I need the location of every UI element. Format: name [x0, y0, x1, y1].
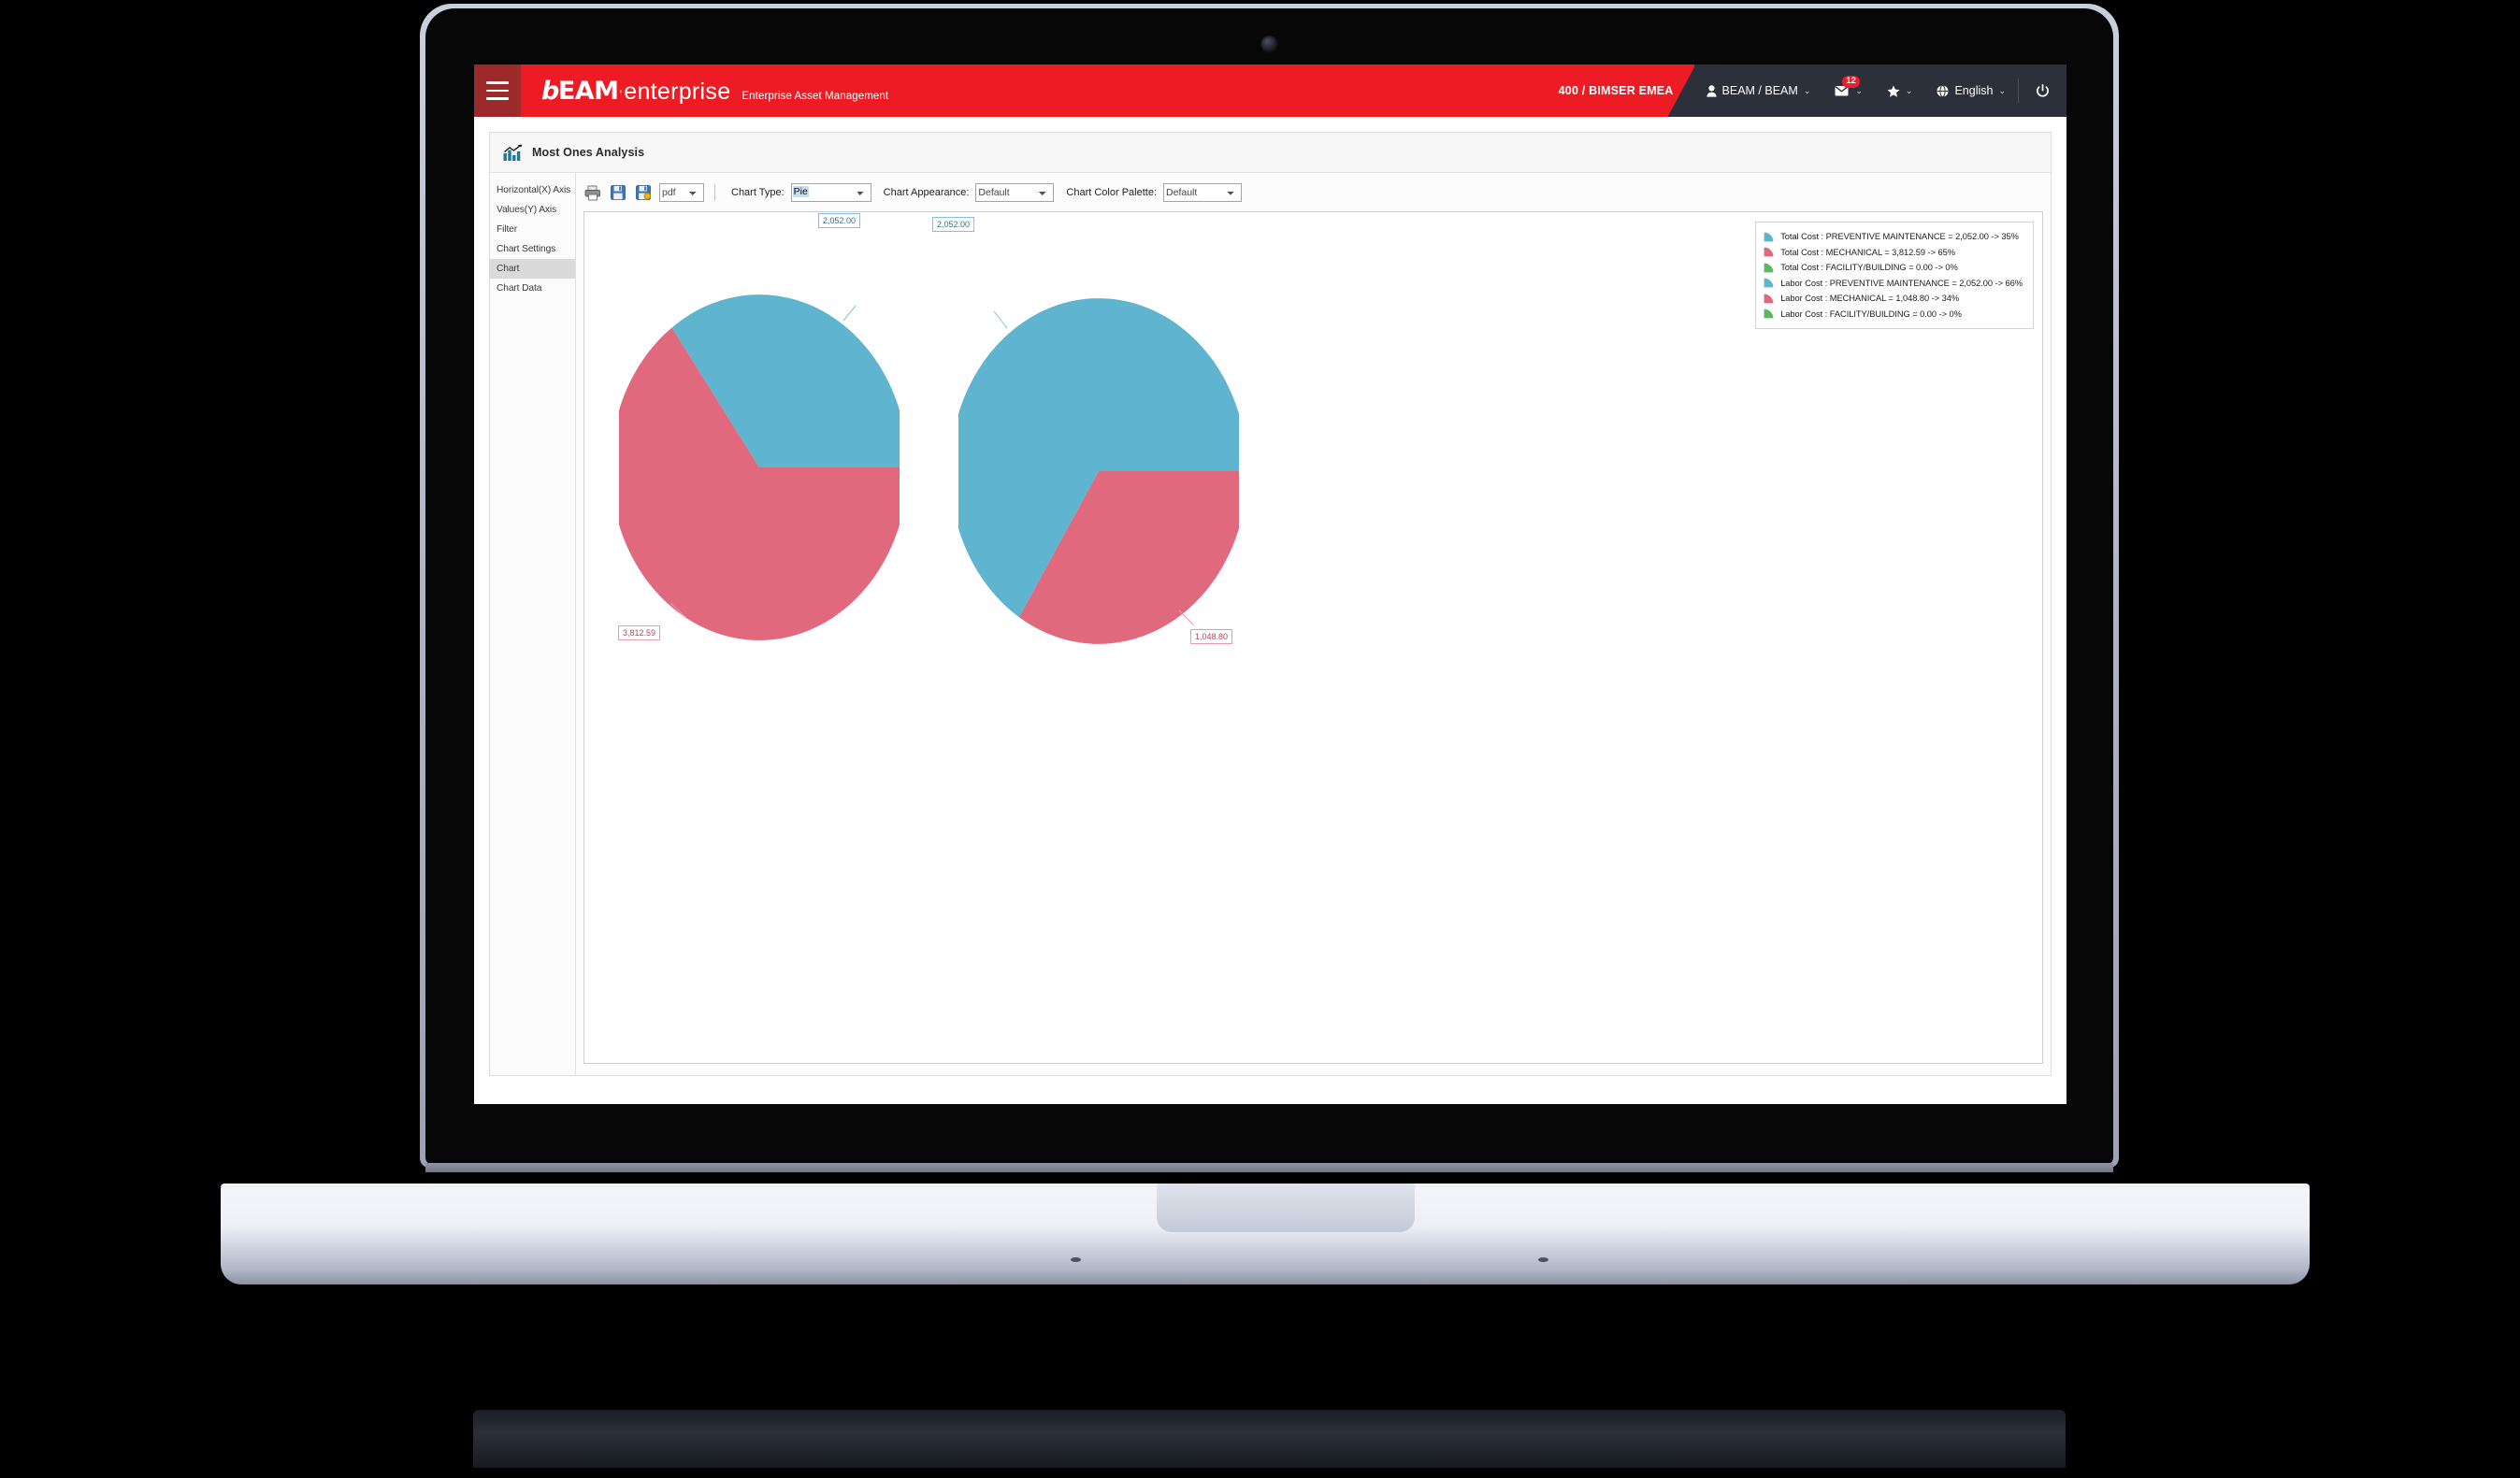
chart-toolbar: pdf Chart Type: Pie Chart Appearance: De… — [583, 180, 2043, 205]
chart-type-select-wrapper: Pie — [790, 183, 871, 202]
power-icon — [2037, 83, 2049, 97]
bar-chart-trend-icon — [503, 144, 523, 161]
user-icon — [1706, 84, 1717, 97]
analysis-panel: Most Ones Analysis Horizontal(X) Axis Va… — [489, 132, 2052, 1076]
chart-type-label: Chart Type: — [731, 187, 785, 198]
tenant-label: 400 / BIMSER EMEA — [1558, 84, 1674, 97]
sidebar-item-values-y-axis[interactable]: Values(Y) Axis — [490, 200, 575, 220]
pie-data-label-labor-cost-mechanical: 1,048.80 — [1190, 629, 1233, 645]
export-format-select[interactable]: pdf — [659, 183, 704, 202]
sidebar-item-chart-data[interactable]: Chart Data — [490, 279, 575, 298]
webcam-icon — [1260, 36, 1278, 53]
legend-item[interactable]: Labor Cost : MECHANICAL = 1,048.80 -> 34… — [1764, 291, 2023, 307]
legend-label: Total Cost : MECHANICAL = 3,812.59 -> 65… — [1780, 247, 1955, 257]
header-actions: BEAM / BEAM ⌄ 12 ⌄ ⌄ English ⌄ — [1693, 65, 2066, 117]
save-disk-icon — [611, 185, 626, 200]
app-header: b EAM ' enterprise Enterprise Asset Mana… — [474, 65, 2066, 117]
language-menu[interactable]: English ⌄ — [1924, 65, 2018, 117]
chevron-down-icon: ⌄ — [1855, 85, 1863, 95]
panel-body: Horizontal(X) Axis Values(Y) Axis Filter… — [490, 173, 2051, 1075]
laptop-foot-left — [1071, 1257, 1081, 1262]
legend-label: Total Cost : FACILITY/BUILDING = 0.00 ->… — [1780, 263, 1958, 273]
brand-logo: b EAM ' enterprise — [541, 77, 730, 106]
sidebar-item-horizontal-x-axis[interactable]: Horizontal(X) Axis — [490, 180, 575, 200]
save-button[interactable] — [609, 183, 627, 202]
pie-data-label-total-cost-mechanical: 3,812.59 — [618, 625, 661, 641]
favorites-menu[interactable]: ⌄ — [1875, 65, 1925, 117]
laptop-hinge — [473, 1410, 2066, 1468]
save-as-button[interactable] — [634, 183, 653, 202]
printer-icon — [584, 185, 600, 200]
page-title: Most Ones Analysis — [532, 146, 645, 159]
chart-legend: Total Cost : PREVENTIVE MAINTENANCE = 2,… — [1755, 222, 2034, 329]
globe-icon — [1937, 84, 1949, 97]
legend-swatch-teal — [1764, 278, 1774, 288]
pie-data-label-labor-cost-preventive: 2,052.00 — [932, 217, 975, 233]
brand-logo-tick: ' — [619, 86, 623, 102]
legend-label: Labor Cost : FACILITY/BUILDING = 0.00 ->… — [1780, 309, 1962, 319]
chart-canvas: Total Cost : PREVENTIVE MAINTENANCE = 2,… — [583, 211, 2043, 1064]
legend-label: Labor Cost : PREVENTIVE MAINTENANCE = 2,… — [1780, 278, 2023, 288]
pie-label-leader — [842, 305, 857, 322]
star-icon — [1887, 84, 1900, 97]
legend-label: Labor Cost : MECHANICAL = 1,048.80 -> 34… — [1780, 294, 1960, 304]
chart-palette-select[interactable]: Default — [1163, 183, 1243, 202]
page-body: Most Ones Analysis Horizontal(X) Axis Va… — [474, 117, 2066, 1104]
screen: b EAM ' enterprise Enterprise Asset Mana… — [474, 65, 2066, 1104]
legend-label: Total Cost : PREVENTIVE MAINTENANCE = 2,… — [1780, 232, 2019, 242]
settings-sidebar: Horizontal(X) Axis Values(Y) Axis Filter… — [490, 173, 576, 1075]
brand-logo-enterprise: enterprise — [624, 78, 731, 105]
laptop-base-notch — [1157, 1184, 1415, 1232]
legend-swatch-green — [1764, 309, 1774, 319]
brand: b EAM ' enterprise Enterprise Asset Mana… — [521, 77, 888, 106]
legend-item[interactable]: Labor Cost : PREVENTIVE MAINTENANCE = 2,… — [1764, 276, 2023, 292]
brand-subtitle: Enterprise Asset Management — [742, 90, 889, 102]
chart-appearance-label: Chart Appearance: — [883, 187, 970, 198]
pie-chart-labor-cost — [958, 298, 1239, 644]
logout-button[interactable] — [2019, 83, 2066, 98]
legend-item[interactable]: Total Cost : PREVENTIVE MAINTENANCE = 2,… — [1764, 229, 2023, 245]
brand-logo-eam: EAM — [557, 76, 619, 106]
laptop-foot-right — [1538, 1257, 1548, 1262]
legend-swatch-green — [1764, 263, 1774, 273]
chart-palette-label: Chart Color Palette: — [1066, 187, 1158, 198]
legend-item[interactable]: Labor Cost : FACILITY/BUILDING = 0.00 ->… — [1764, 307, 2023, 323]
panel-header: Most Ones Analysis — [490, 133, 2051, 173]
language-label: English — [1954, 84, 1994, 97]
sidebar-item-chart-settings[interactable]: Chart Settings — [490, 239, 575, 259]
chart-work-area: pdf Chart Type: Pie Chart Appearance: De… — [576, 173, 2051, 1075]
pie-label-leader — [993, 310, 1008, 329]
legend-swatch-pink — [1764, 247, 1774, 257]
screenshot-stage: b EAM ' enterprise Enterprise Asset Mana… — [0, 0, 2520, 1478]
user-menu-label: BEAM / BEAM — [1721, 84, 1798, 97]
print-button[interactable] — [583, 183, 602, 202]
chevron-down-icon: ⌄ — [1998, 85, 2006, 95]
messages-menu[interactable]: 12 ⌄ — [1822, 65, 1875, 117]
chevron-down-icon: ⌄ — [1803, 85, 1811, 95]
lid-bottom-edge — [425, 1163, 2113, 1172]
brand-logo-b: b — [541, 76, 559, 106]
hamburger-icon[interactable] — [474, 65, 521, 117]
chevron-down-icon: ⌄ — [1905, 85, 1913, 95]
pie-label-leader — [1178, 610, 1195, 626]
chart-appearance-select[interactable]: Default — [975, 183, 1055, 202]
sidebar-item-filter[interactable]: Filter — [490, 220, 575, 239]
sidebar-item-chart[interactable]: Chart — [490, 259, 575, 279]
legend-swatch-pink — [1764, 294, 1774, 304]
legend-item[interactable]: Total Cost : MECHANICAL = 3,812.59 -> 65… — [1764, 245, 2023, 261]
pie-data-label-total-cost-preventive: 2,052.00 — [818, 213, 861, 229]
pie-chart-total-cost — [619, 294, 900, 640]
save-as-disk-icon — [636, 185, 651, 200]
legend-item[interactable]: Total Cost : FACILITY/BUILDING = 0.00 ->… — [1764, 260, 2023, 276]
legend-swatch-teal — [1764, 232, 1774, 242]
chart-type-select[interactable] — [790, 183, 871, 202]
user-menu[interactable]: BEAM / BEAM ⌄ — [1694, 65, 1823, 117]
toolbar-divider — [714, 184, 715, 201]
